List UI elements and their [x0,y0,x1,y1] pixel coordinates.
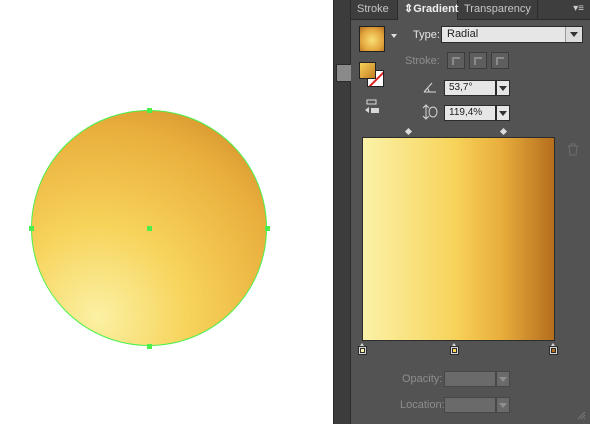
stroke-along-button[interactable] [469,52,487,69]
location-label: Location: [400,399,445,411]
panel-tabbar: Stroke ⇕Gradient Transparency ▾≡ [351,0,590,20]
type-select[interactable]: Radial [441,26,583,43]
gradient-ramp[interactable] [362,137,555,341]
reverse-gradient-icon[interactable] [363,98,381,116]
midpoint-diamond-1[interactable] [404,127,413,136]
anchor-right[interactable] [265,226,270,231]
gradient-stop-mid[interactable] [450,343,459,356]
stroke-across-button[interactable] [491,52,509,69]
opacity-label: Opacity: [402,373,443,385]
gradient-swatch-dropdown-icon[interactable] [391,34,397,38]
tab-gradient-label: Gradient [413,3,459,15]
tab-transparency[interactable]: Transparency [458,0,538,19]
trash-icon[interactable] [567,143,579,156]
aspect-ratio-icon [422,104,438,120]
angle-icon [423,82,436,93]
gradient-stop-light[interactable] [358,343,367,356]
tab-gradient[interactable]: ⇕Gradient [398,0,458,20]
aspect-ratio-input[interactable]: 119,4% [444,105,496,121]
aspect-ratio-dropdown-icon[interactable] [496,105,510,121]
type-label: Type: [413,29,440,41]
stroke-within-button[interactable] [447,52,465,69]
opacity-dropdown-icon [496,371,510,387]
opacity-input [444,371,496,387]
tab-active-marker-icon: ⇕ [404,3,414,15]
type-select-value: Radial [447,28,479,40]
anchor-left[interactable] [29,226,34,231]
artboard-canvas[interactable] [0,0,333,424]
selected-circle[interactable] [29,108,270,349]
center-point[interactable] [147,226,152,231]
panel-menu-icon[interactable]: ▾≡ [573,3,584,14]
resize-grip-icon[interactable] [576,410,586,420]
chevron-down-icon [565,27,582,42]
location-dropdown-icon [496,397,510,413]
angle-dropdown-icon[interactable] [496,80,510,96]
angle-input[interactable]: 53,7° [444,80,496,96]
gradient-swatch[interactable] [359,26,385,52]
panel-collapse-strip [333,0,352,424]
anchor-top[interactable] [147,108,152,113]
stroke-label: Stroke: [405,55,440,67]
panel-collapse-button[interactable] [336,64,352,82]
anchor-bottom[interactable] [147,344,152,349]
midpoint-diamond-2[interactable] [499,127,508,136]
gradient-panel: Stroke ⇕Gradient Transparency ▾≡ Type: R… [351,0,590,424]
fill-swatch[interactable] [359,62,376,79]
gradient-stop-dark[interactable] [549,343,558,356]
location-input [444,397,496,413]
tab-stroke[interactable]: Stroke [351,0,398,19]
